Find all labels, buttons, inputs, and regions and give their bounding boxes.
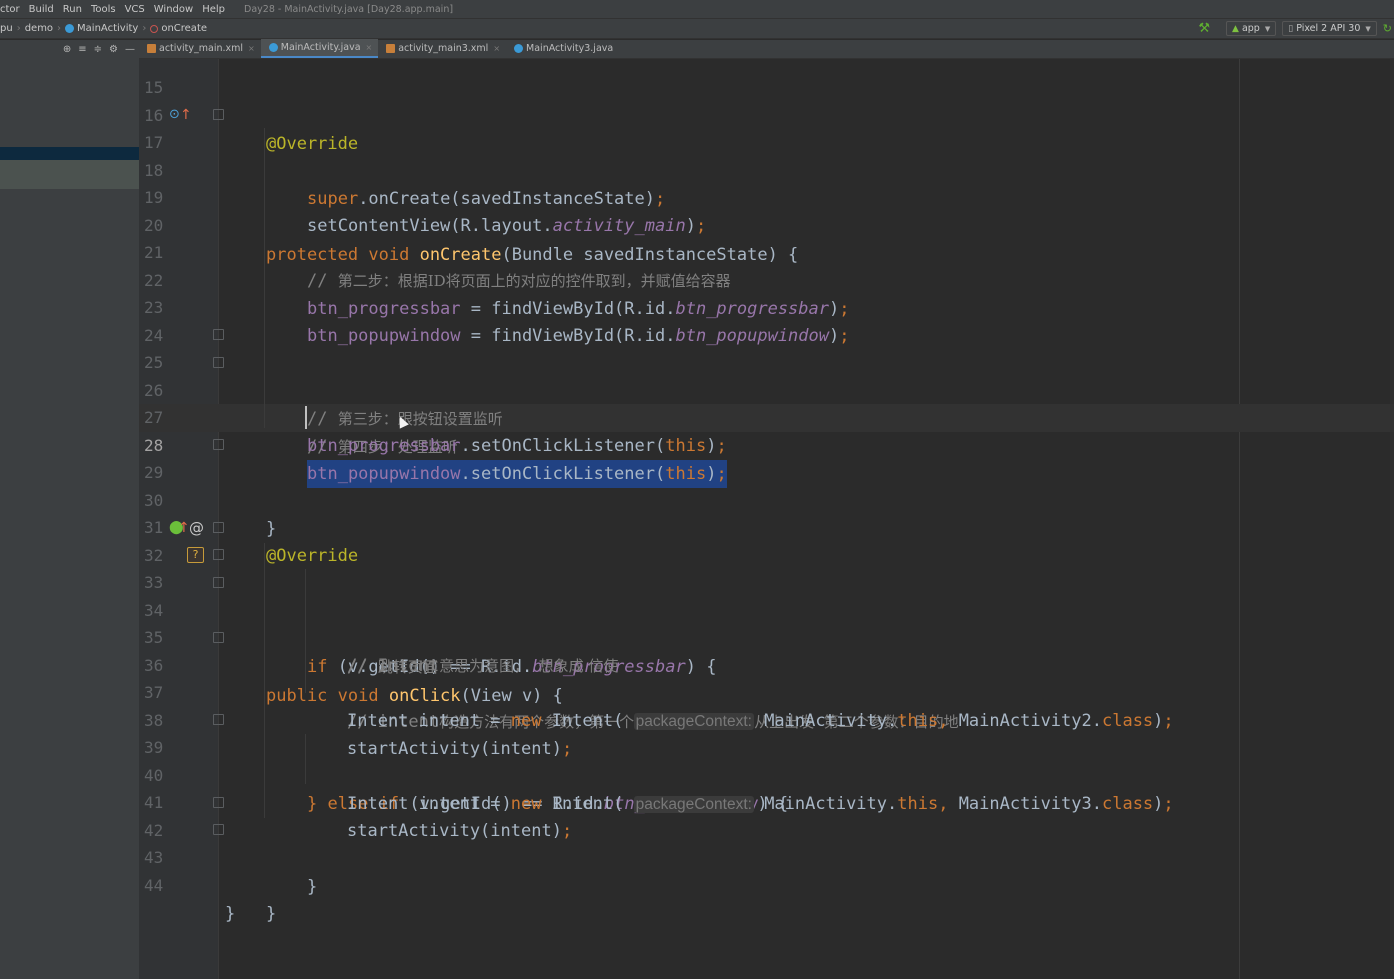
expand-all-icon[interactable]: ≡ [78, 44, 86, 55]
navigation-bar: pu › demo › MainActivity › onCreate ⚒ ▲ a… [0, 18, 1394, 39]
breadcrumb-label: MainActivity [77, 23, 139, 34]
menu-window[interactable]: Window [154, 4, 193, 15]
fold-marker-icon[interactable] [213, 714, 224, 725]
dropdown-arrow-icon: ▼ [1264, 24, 1271, 33]
code-line-current: 28 btn_popupwindow.setOnClickListener(th… [139, 404, 1394, 488]
code-line: 20 [139, 184, 1394, 235]
code-line: 21 // 第二步：根据ID将页面上的对应的控件取到，并赋值给容器 [139, 211, 1394, 291]
code-text: } [225, 904, 236, 924]
fold-marker-icon[interactable] [213, 439, 224, 450]
hide-icon[interactable]: — [125, 44, 135, 55]
menu-run[interactable]: Run [63, 4, 82, 15]
arrow-up-icon[interactable]: ↑ [180, 101, 192, 129]
code-line: 37 Intent intent = new Intent( packageCo… [139, 651, 1394, 731]
code-text: } [307, 877, 318, 897]
breadcrumb-label: pu [0, 23, 13, 34]
menu-build[interactable]: Build [29, 4, 54, 15]
code-line: 43 } [139, 816, 1394, 924]
breadcrumb-package[interactable]: demo [25, 23, 53, 34]
fold-marker-icon[interactable] [213, 577, 224, 588]
run-config-label: app [1241, 23, 1260, 34]
android-icon: ▲ [1232, 23, 1239, 34]
code-line: 42 } [139, 789, 1394, 897]
code-line: 38 startActivity(intent); [139, 679, 1394, 759]
menu-bar: ctor Build Run Tools VCS Window Help Day… [0, 0, 1394, 18]
class-icon [65, 24, 75, 33]
window-title: Day28 - MainActivity.java [Day28.app.mai… [244, 3, 454, 15]
code-line: 24 [139, 294, 1394, 345]
at-sign-icon[interactable]: @ [189, 514, 204, 542]
code-line: 33 ? if (v.getId() == R.id.btn_progressb… [139, 541, 1394, 677]
code-line: 40 Intent intent = new Intent( packageCo… [139, 734, 1394, 814]
fold-marker-icon[interactable] [213, 357, 224, 368]
code-line: 31 @Override [139, 486, 1394, 566]
fold-marker-icon[interactable] [213, 109, 224, 120]
line-number: 44 [144, 876, 164, 895]
code-line: 44 } [139, 844, 1394, 924]
project-panel: ⊕ ≡ ≑ ⚙ — [0, 40, 139, 979]
chevron-right-icon: › [57, 23, 62, 34]
code-line: 18 super.onCreate(savedInstanceState); [139, 129, 1394, 209]
code-line: 39 } else if (v.getId() == R.id.btn_popu… [139, 706, 1394, 814]
code-line: 32 ⬤ ↑ @ public void onClick(View v) { [139, 514, 1394, 706]
chevron-right-icon: › [16, 23, 21, 34]
fold-marker-icon[interactable] [213, 329, 224, 340]
breadcrumb-label: onCreate [161, 23, 208, 34]
build-hammer-icon[interactable]: ⚒ [1198, 21, 1210, 36]
device-dropdown[interactable]: ▯ Pixel 2 API 30 ▼ [1282, 21, 1377, 36]
menu-vcs[interactable]: VCS [125, 4, 145, 15]
breadcrumb-module[interactable]: pu [0, 23, 13, 34]
fold-marker-icon[interactable] [213, 632, 224, 643]
code-line: 23 btn_popupwindow = findViewById(R.id.b… [139, 266, 1394, 346]
code-line: 26 // 第四步：处理监听 [139, 349, 1394, 457]
collapse-all-icon[interactable]: ≑ [94, 44, 102, 55]
code-line: 30 [139, 459, 1394, 510]
code-line: 22 btn_progressbar = findViewById(R.id.b… [139, 239, 1394, 319]
locate-icon[interactable]: ⊕ [63, 44, 71, 55]
code-line: 16 @Override [139, 74, 1394, 154]
code-line: 15 [139, 46, 1394, 97]
dropdown-arrow-icon: ▼ [1365, 24, 1371, 33]
code-text: } [266, 904, 277, 924]
code-line: 36 // intent构造方法有两个参数，第一个参数：上下文表示从上出发 第二… [139, 624, 1394, 732]
code-line: 17 ⊙ ↑ protected void onCreate(Bundle sa… [139, 101, 1394, 265]
run-toolbar: ⚒ ▲ app ▼ ▯ Pixel 2 API 30 ▼ ↻ [1198, 19, 1394, 38]
gear-icon[interactable]: ⚙ [109, 44, 118, 55]
project-toolbar: ⊕ ≡ ≑ ⚙ — [0, 40, 139, 58]
code-line: 29 } [139, 431, 1394, 539]
device-label: Pixel 2 API 30 [1296, 23, 1361, 34]
menu-help[interactable]: Help [202, 4, 225, 15]
breadcrumb-label: demo [24, 23, 54, 34]
code-line: 19 setContentView(R.layout.activity_main… [139, 156, 1394, 236]
code-line: 35 // Intent意思为意图， 想象成 信使 [139, 596, 1394, 676]
menu-refactor[interactable]: ctor [0, 4, 20, 15]
apply-changes-icon[interactable]: ↻ [1383, 22, 1392, 35]
code-line: 25 // 第三步：跟按钮设置监听 [139, 321, 1394, 429]
arrow-up-icon[interactable]: ↑ [178, 514, 190, 542]
project-tree-row[interactable] [0, 160, 139, 189]
fold-marker-icon[interactable] [213, 522, 224, 533]
project-tree-selected-row[interactable] [0, 147, 139, 160]
code-line: 27 btn_progressbar.setOnClickListener(th… [139, 376, 1394, 456]
lightbulb-icon[interactable]: ? [187, 547, 204, 563]
override-method-icon[interactable]: ⊙ [169, 101, 180, 129]
breadcrumb-class[interactable]: MainActivity [65, 23, 138, 34]
code-line: 34 // 跳转页面 [139, 569, 1394, 677]
method-icon [150, 24, 159, 33]
run-config-dropdown[interactable]: ▲ app ▼ [1226, 21, 1277, 36]
code-line: 41 startActivity(intent); [139, 761, 1394, 841]
fold-marker-icon[interactable] [213, 797, 224, 808]
menu-tools[interactable]: Tools [91, 4, 116, 15]
chevron-right-icon: › [142, 23, 147, 34]
fold-marker-icon[interactable] [213, 824, 224, 835]
device-icon: ▯ [1288, 23, 1294, 34]
text-caret [305, 406, 307, 429]
breadcrumb-method[interactable]: onCreate [150, 23, 207, 34]
fold-marker-icon[interactable] [213, 549, 224, 560]
